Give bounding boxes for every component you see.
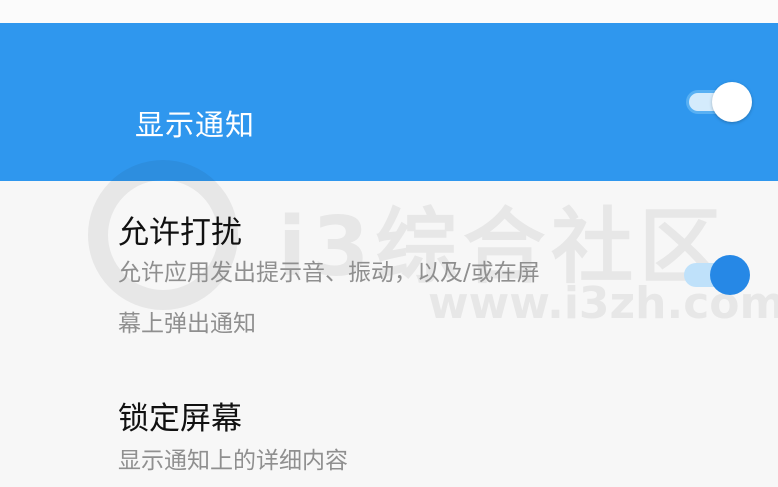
notification-settings-screen: 显示通知 i3综合社区 www.i3zh.com 允许打扰 允许应用发出提示音、… <box>0 0 778 487</box>
status-bar-area <box>0 0 778 23</box>
lock-screen-title: 锁定屏幕 <box>118 401 242 437</box>
allow-interruptions-description-line1: 允许应用发出提示音、振动，以及/或在屏 <box>118 260 540 286</box>
allow-interruptions-description-line2: 幕上弹出通知 <box>118 311 256 337</box>
show-notifications-toggle[interactable] <box>686 82 752 122</box>
toggle-knob <box>712 82 752 122</box>
allow-interruptions-toggle[interactable] <box>684 255 750 295</box>
header-title: 显示通知 <box>135 108 256 142</box>
allow-interruptions-title: 允许打扰 <box>118 215 242 251</box>
lock-screen-description: 显示通知上的详细内容 <box>118 448 348 474</box>
toggle-knob <box>710 255 750 295</box>
show-notifications-header[interactable]: 显示通知 <box>0 23 778 181</box>
